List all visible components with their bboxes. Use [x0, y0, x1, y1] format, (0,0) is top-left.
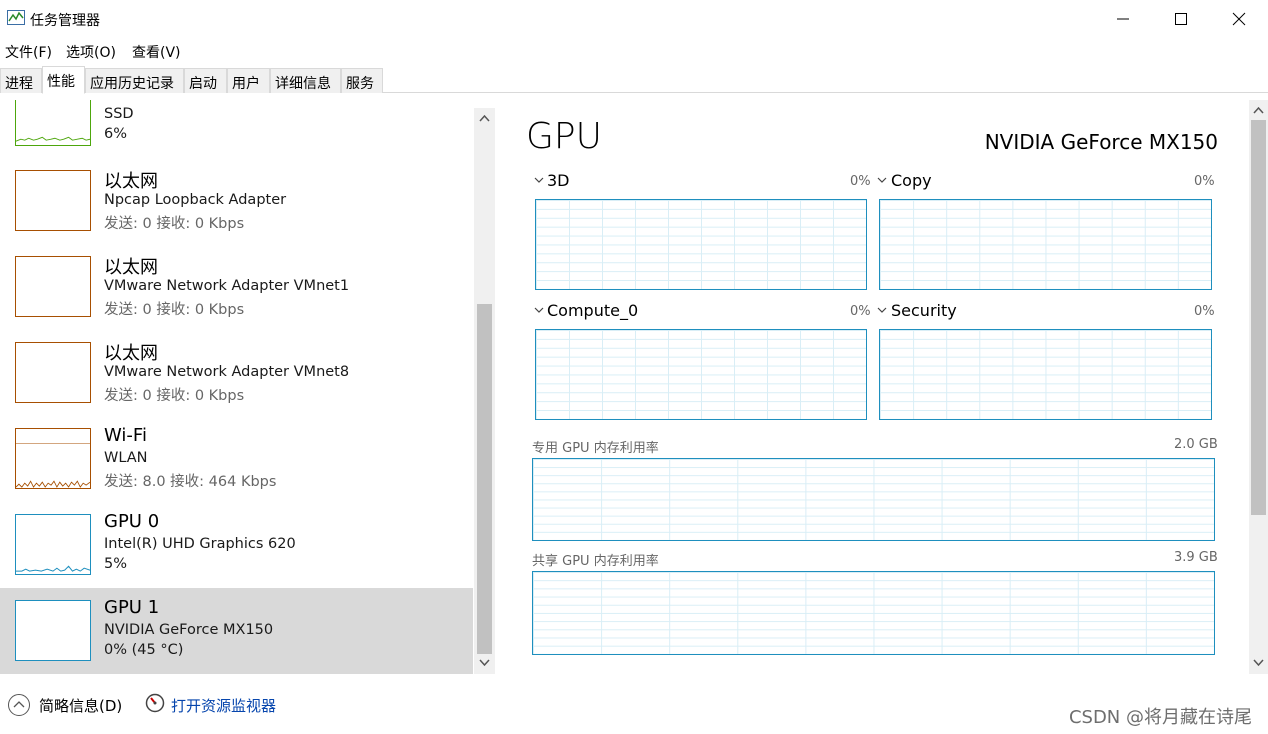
menu-bar: 文件(F) 选项(O) 查看(V)	[0, 38, 1268, 62]
dedicated-memory-label: 专用 GPU 内存利用率	[532, 441, 659, 456]
device-item-ethernet-vmnet1[interactable]: 以太网 VMware Network Adapter VMnet1 发送: 0 …	[0, 246, 473, 332]
device-name: 以太网	[104, 257, 158, 278]
task-manager-icon	[7, 10, 25, 25]
scrollbar-thumb[interactable]	[1251, 120, 1266, 515]
engine-compute-value: 0%	[850, 304, 871, 319]
engine-security-label[interactable]: Security	[891, 301, 957, 320]
maximize-button[interactable]	[1152, 0, 1210, 38]
open-resource-monitor-link[interactable]: 打开资源监视器	[171, 695, 276, 716]
tab-users[interactable]: 用户	[227, 68, 270, 93]
engine-copy-label[interactable]: Copy	[891, 171, 932, 190]
engine-compute-graph	[535, 329, 867, 420]
shared-memory-label: 共享 GPU 内存利用率	[532, 554, 659, 569]
engine-3d-label[interactable]: 3D	[547, 171, 570, 190]
scrollbar-thumb[interactable]	[477, 304, 492, 654]
tab-app-history[interactable]: 应用历史记录	[85, 68, 184, 93]
engine-3d-value: 0%	[850, 174, 871, 189]
window-title: 任务管理器	[30, 13, 100, 29]
device-list-scrollbar[interactable]	[474, 108, 495, 674]
close-icon	[1232, 12, 1246, 26]
gpu-model-name: NVIDIA GeForce MX150	[984, 130, 1218, 154]
menu-options[interactable]: 选项(O)	[66, 42, 116, 62]
tab-bar: 进程 性能 应用历史记录 启动 用户 详细信息 服务	[0, 66, 1268, 94]
engine-security-graph	[879, 329, 1212, 420]
device-throughput: 发送: 0 接收: 0 Kbps	[104, 302, 245, 318]
device-item-ethernet-vmnet8[interactable]: 以太网 VMware Network Adapter VMnet8 发送: 0 …	[0, 332, 473, 418]
scroll-down-icon[interactable]	[479, 659, 490, 667]
watermark-text: CSDN @将月藏在诗尾	[1068, 707, 1252, 728]
dedicated-memory-graph	[532, 458, 1215, 541]
gpu0-thumbnail-graph	[15, 514, 91, 575]
close-button[interactable]	[1210, 0, 1268, 38]
ethernet-thumbnail-graph	[15, 256, 91, 317]
tab-services[interactable]: 服务	[341, 68, 383, 93]
maximize-icon	[1175, 13, 1187, 25]
tab-startup[interactable]: 启动	[184, 68, 227, 93]
chevron-down-icon[interactable]	[534, 306, 544, 314]
dedicated-memory-value: 2.0 GB	[1174, 437, 1218, 452]
device-item-ssd[interactable]: SSD 6%	[0, 100, 473, 146]
device-throughput: 发送: 0 接收: 0 Kbps	[104, 388, 245, 404]
device-item-ethernet-npcap[interactable]: 以太网 Npcap Loopback Adapter 发送: 0 接收: 0 K…	[0, 160, 473, 246]
device-throughput: 发送: 8.0 接收: 464 Kbps	[104, 474, 277, 490]
chevron-down-icon[interactable]	[877, 306, 887, 314]
scroll-up-icon[interactable]	[1253, 106, 1264, 114]
device-adapter: VMware Network Adapter VMnet8	[104, 364, 350, 380]
chevron-down-icon[interactable]	[877, 176, 887, 184]
shared-memory-graph	[532, 571, 1215, 655]
device-item-wifi[interactable]: Wi-Fi WLAN 发送: 8.0 接收: 464 Kbps	[0, 418, 473, 504]
wifi-thumbnail-graph	[15, 428, 91, 489]
tab-details[interactable]: 详细信息	[270, 68, 341, 93]
device-item-gpu-1[interactable]: GPU 1 NVIDIA GeForce MX150 0% (45 °C)	[0, 588, 473, 674]
gpu1-thumbnail-graph	[15, 600, 91, 661]
menu-file[interactable]: 文件(F)	[5, 42, 52, 62]
device-name: GPU 0	[104, 511, 160, 532]
device-name: 以太网	[104, 343, 158, 364]
tab-performance[interactable]: 性能	[42, 66, 85, 94]
device-adapter: NVIDIA GeForce MX150	[104, 622, 274, 638]
engine-copy-value: 0%	[1194, 174, 1215, 189]
device-usage: 5%	[104, 556, 128, 572]
engine-3d-graph	[535, 199, 867, 290]
scroll-up-icon[interactable]	[479, 114, 490, 122]
device-name: Wi-Fi	[104, 425, 147, 446]
ssd-usage: 6%	[104, 126, 128, 142]
chevron-down-icon[interactable]	[534, 176, 544, 184]
device-adapter: WLAN	[104, 450, 148, 466]
engine-security-value: 0%	[1194, 304, 1215, 319]
ssd-thumbnail-graph	[15, 100, 91, 146]
device-adapter: VMware Network Adapter VMnet1	[104, 278, 350, 294]
device-item-gpu-0[interactable]: GPU 0 Intel(R) UHD Graphics 620 5%	[0, 504, 473, 590]
shared-memory-value: 3.9 GB	[1174, 550, 1218, 565]
device-usage: 0% (45 °C)	[104, 642, 184, 658]
device-adapter: Intel(R) UHD Graphics 620	[104, 536, 296, 552]
fewer-details-button[interactable]: 简略信息(D)	[39, 695, 122, 716]
collapse-chevron-icon[interactable]	[7, 693, 31, 717]
device-name: GPU 1	[104, 597, 160, 618]
resource-monitor-icon	[145, 693, 165, 713]
device-throughput: 发送: 0 接收: 0 Kbps	[104, 216, 245, 232]
gpu-detail-panel: GPU NVIDIA GeForce MX150 3D 0% Copy 0% C…	[496, 100, 1268, 674]
detail-title: GPU	[526, 116, 602, 157]
device-name: 以太网	[104, 171, 158, 192]
title-bar: 任务管理器	[0, 0, 1268, 38]
engine-copy-graph	[879, 199, 1212, 290]
footer-bar: 简略信息(D) 打开资源监视器 CSDN @将月藏在诗尾	[0, 680, 1268, 734]
detail-scrollbar[interactable]	[1249, 100, 1268, 674]
menu-view[interactable]: 查看(V)	[132, 42, 181, 62]
scroll-down-icon[interactable]	[1253, 659, 1264, 667]
minimize-button[interactable]	[1094, 0, 1152, 38]
engine-compute-label[interactable]: Compute_0	[547, 301, 638, 320]
minimize-icon	[1117, 18, 1129, 20]
device-adapter: Npcap Loopback Adapter	[104, 192, 287, 208]
ssd-label: SSD	[104, 106, 134, 122]
ethernet-thumbnail-graph	[15, 342, 91, 403]
tab-processes[interactable]: 进程	[0, 68, 42, 93]
device-list: SSD 6% 以太网 Npcap Loopback Adapter 发送: 0 …	[0, 100, 495, 674]
ethernet-thumbnail-graph	[15, 170, 91, 231]
